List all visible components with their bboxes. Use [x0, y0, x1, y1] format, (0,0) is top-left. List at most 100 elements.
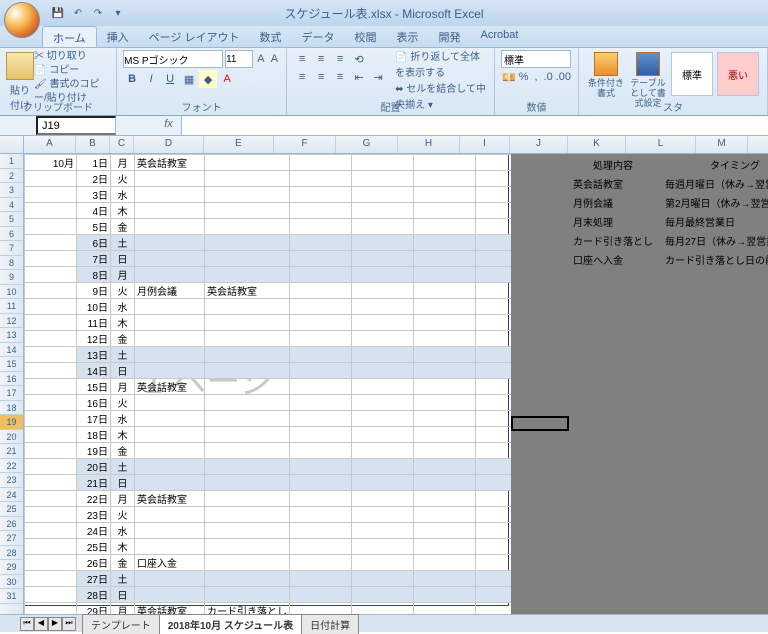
- cell[interactable]: 火: [111, 507, 135, 523]
- row-header-5[interactable]: 5: [0, 212, 23, 227]
- cell[interactable]: [414, 539, 476, 555]
- cell[interactable]: 英会話教室: [205, 283, 290, 299]
- cell[interactable]: [290, 171, 352, 187]
- cell[interactable]: 月: [111, 603, 135, 615]
- cell[interactable]: [205, 267, 290, 283]
- cell[interactable]: [135, 171, 205, 187]
- currency-icon[interactable]: 💴: [501, 68, 517, 86]
- col-header-H[interactable]: H: [398, 136, 460, 153]
- cell[interactable]: [290, 427, 352, 443]
- sheet-tab[interactable]: 日付計算: [301, 614, 359, 634]
- cell[interactable]: [205, 539, 290, 555]
- cell[interactable]: [414, 299, 476, 315]
- wrap-text-button[interactable]: 📄 折り返して全体を表示する: [395, 50, 488, 82]
- cell[interactable]: 金: [111, 555, 135, 571]
- cell[interactable]: [25, 475, 77, 491]
- cell[interactable]: [290, 203, 352, 219]
- row-header-1[interactable]: 1: [0, 154, 23, 169]
- tab-Acrobat[interactable]: Acrobat: [471, 26, 529, 47]
- row-header-16[interactable]: 16: [0, 372, 23, 387]
- cell[interactable]: [290, 267, 352, 283]
- row-header-24[interactable]: 24: [0, 488, 23, 503]
- cell[interactable]: 水: [111, 299, 135, 315]
- cell[interactable]: 月: [111, 379, 135, 395]
- cell[interactable]: [414, 555, 476, 571]
- cell[interactable]: [414, 347, 476, 363]
- cell[interactable]: [205, 315, 290, 331]
- row-header-14[interactable]: 14: [0, 343, 23, 358]
- cell[interactable]: 水: [111, 187, 135, 203]
- cell[interactable]: 11日: [77, 315, 111, 331]
- table-row[interactable]: 29日月英会話教室カード引き落とし: [25, 603, 526, 615]
- table-row[interactable]: 16日火: [25, 395, 526, 411]
- col-header-M[interactable]: M: [696, 136, 748, 153]
- cell[interactable]: [414, 491, 476, 507]
- cell[interactable]: [205, 395, 290, 411]
- align-middle-icon[interactable]: ≡: [312, 50, 330, 68]
- cell[interactable]: [135, 267, 205, 283]
- sheet-nav-last[interactable]: ⏭: [62, 617, 76, 631]
- tab-挿入[interactable]: 挿入: [97, 26, 139, 47]
- cell[interactable]: [205, 555, 290, 571]
- cell[interactable]: 28日: [77, 587, 111, 603]
- col-header-J[interactable]: J: [510, 136, 568, 153]
- office-button[interactable]: [4, 2, 40, 38]
- cell[interactable]: [205, 331, 290, 347]
- table-row[interactable]: 10月1日月英会話教室: [25, 155, 526, 171]
- table-row[interactable]: 4日木: [25, 203, 526, 219]
- col-header-B[interactable]: B: [76, 136, 110, 153]
- cell[interactable]: [414, 395, 476, 411]
- tab-ホーム[interactable]: ホーム: [42, 26, 97, 47]
- cell[interactable]: [414, 603, 476, 615]
- table-row[interactable]: 8日月: [25, 267, 526, 283]
- cell[interactable]: [135, 219, 205, 235]
- table-row[interactable]: 15日月英会話教室: [25, 379, 526, 395]
- cell[interactable]: 金: [111, 331, 135, 347]
- cell[interactable]: [25, 507, 77, 523]
- col-header-L[interactable]: L: [626, 136, 696, 153]
- cell[interactable]: [414, 523, 476, 539]
- align-left-icon[interactable]: ≡: [293, 68, 311, 86]
- cell[interactable]: [205, 427, 290, 443]
- cell[interactable]: [414, 235, 476, 251]
- row-header-26[interactable]: 26: [0, 517, 23, 532]
- cell[interactable]: 8日: [77, 267, 111, 283]
- align-right-icon[interactable]: ≡: [331, 68, 349, 86]
- cell[interactable]: [205, 475, 290, 491]
- cell[interactable]: [352, 443, 414, 459]
- cell[interactable]: [205, 507, 290, 523]
- cell[interactable]: 日: [111, 251, 135, 267]
- cell[interactable]: [290, 491, 352, 507]
- row-header-3[interactable]: 3: [0, 183, 23, 198]
- cell[interactable]: [135, 363, 205, 379]
- cell[interactable]: [352, 395, 414, 411]
- cell[interactable]: [290, 251, 352, 267]
- align-center-icon[interactable]: ≡: [312, 68, 330, 86]
- cell[interactable]: [352, 427, 414, 443]
- cell[interactable]: [25, 539, 77, 555]
- table-row[interactable]: 6日土: [25, 235, 526, 251]
- cell[interactable]: [25, 331, 77, 347]
- row-header-28[interactable]: 28: [0, 546, 23, 561]
- row-header-4[interactable]: 4: [0, 198, 23, 213]
- cell[interactable]: 25日: [77, 539, 111, 555]
- cell[interactable]: [414, 571, 476, 587]
- cell[interactable]: 木: [111, 539, 135, 555]
- cell[interactable]: 土: [111, 347, 135, 363]
- cell-style-bad[interactable]: 悪い: [717, 52, 759, 96]
- table-row[interactable]: 22日月英会話教室: [25, 491, 526, 507]
- cell[interactable]: [25, 171, 77, 187]
- cell[interactable]: [25, 251, 77, 267]
- table-row[interactable]: 3日水: [25, 187, 526, 203]
- border-button[interactable]: ▦: [180, 70, 198, 88]
- col-header-F[interactable]: F: [274, 136, 336, 153]
- font-size-input[interactable]: [225, 50, 253, 68]
- cell[interactable]: [414, 475, 476, 491]
- cell[interactable]: [352, 155, 414, 171]
- cell[interactable]: 12日: [77, 331, 111, 347]
- cell[interactable]: [290, 187, 352, 203]
- col-header-G[interactable]: G: [336, 136, 398, 153]
- col-header-E[interactable]: E: [204, 136, 274, 153]
- row-header-31[interactable]: 31: [0, 589, 23, 604]
- cell[interactable]: [135, 331, 205, 347]
